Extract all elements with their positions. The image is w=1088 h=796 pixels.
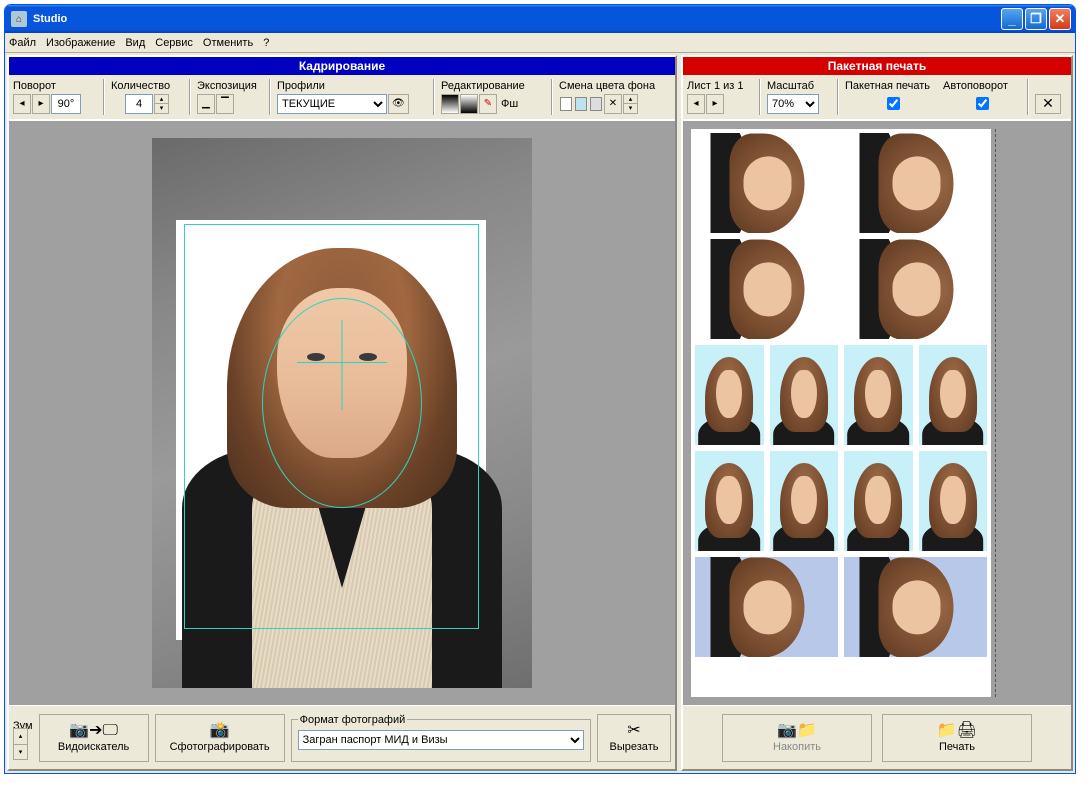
quantity-label: Количество xyxy=(111,80,183,93)
app-window: ⌂ Studio _ ❐ ✕ Файл Изображение Вид Серв… xyxy=(4,4,1076,774)
zoom-spinner[interactable]: ▴▾ xyxy=(13,728,28,760)
print-panel-header: Пакетная печать xyxy=(683,57,1071,75)
accumulate-button[interactable]: 📷📁 Накопить xyxy=(722,714,872,762)
crop-bottom-bar: Зум ▴▾ 📷➔🖵 Видоискатель 📸 Сфотографирова… xyxy=(9,705,675,769)
crop-panel-header: Кадрирование xyxy=(9,57,675,75)
scale-combo[interactable]: 70% xyxy=(767,94,819,114)
quantity-input[interactable] xyxy=(125,94,153,114)
folder-printer-icon: 📁🖨 xyxy=(937,723,977,739)
photo-viewport xyxy=(152,138,532,688)
cut-button-label: Вырезать xyxy=(610,741,659,753)
photo-canvas[interactable] xyxy=(9,121,675,705)
bg-clear-button[interactable]: ✕ xyxy=(604,94,622,114)
bg-swatch-gray[interactable] xyxy=(590,97,602,111)
print-thumb[interactable] xyxy=(844,133,987,233)
print-thumb[interactable] xyxy=(919,345,988,445)
bgcolor-label: Смена цвета фона xyxy=(559,80,669,93)
print-button-label: Печать xyxy=(939,741,975,753)
menu-undo[interactable]: Отменить xyxy=(203,37,253,49)
cut-line xyxy=(995,129,996,697)
print-thumb[interactable] xyxy=(844,557,987,657)
close-button[interactable]: ✕ xyxy=(1049,8,1071,30)
scissors-icon: ✂ xyxy=(627,723,640,739)
print-thumb[interactable] xyxy=(844,345,913,445)
profiles-label: Профили xyxy=(277,80,427,93)
autorotate-label: Автоповорот xyxy=(943,80,1021,93)
menu-image[interactable]: Изображение xyxy=(46,37,115,49)
exposure-up-button[interactable]: ▔ xyxy=(216,94,234,114)
sheet-next-button[interactable]: ▸ xyxy=(706,94,724,114)
edit-grad1-button[interactable] xyxy=(441,94,459,114)
rotate-left-button[interactable]: ◂ xyxy=(13,94,31,114)
rotate-label: Поворот xyxy=(13,80,97,93)
camera-capture-icon: 📸 xyxy=(210,723,230,739)
print-thumb[interactable] xyxy=(695,557,838,657)
print-button[interactable]: 📁🖨 Печать xyxy=(882,714,1032,762)
print-sheet xyxy=(691,129,991,697)
batch-label: Пакетная печать xyxy=(845,80,941,93)
edit-fix-button[interactable]: ✎ xyxy=(479,94,497,114)
camera-monitor-icon: 📷➔🖵 xyxy=(69,723,118,739)
titlebar: ⌂ Studio _ ❐ ✕ xyxy=(5,5,1075,33)
print-thumb[interactable] xyxy=(770,345,839,445)
crosshair-vertical xyxy=(342,320,343,410)
menu-view[interactable]: Вид xyxy=(125,37,145,49)
accumulate-button-label: Накопить xyxy=(773,741,821,753)
profile-toggle-button[interactable]: 👁 xyxy=(388,94,409,114)
sheet-prev-button[interactable]: ◂ xyxy=(687,94,705,114)
print-thumb[interactable] xyxy=(844,239,987,339)
print-thumb[interactable] xyxy=(695,451,764,551)
format-combo[interactable]: Загран паспорт МИД и Визы xyxy=(298,730,584,750)
edit-label: Редактирование xyxy=(441,80,545,93)
profiles-combo[interactable]: ТЕКУЩИЕ xyxy=(277,94,387,114)
viewfinder-button-label: Видоискатель xyxy=(58,741,129,753)
shoot-button[interactable]: 📸 Сфотографировать xyxy=(155,714,285,762)
batch-checkbox[interactable] xyxy=(887,97,900,110)
menu-service[interactable]: Сервис xyxy=(155,37,193,49)
print-preview-area[interactable] xyxy=(683,121,1071,705)
sheet-label: Лист 1 из 1 xyxy=(687,80,753,93)
rotate-right-button[interactable]: ▸ xyxy=(32,94,50,114)
edit-fsh-label: Фш xyxy=(501,98,518,110)
shoot-button-label: Сфотографировать xyxy=(170,741,270,753)
print-thumb[interactable] xyxy=(695,345,764,445)
print-clear-button[interactable]: ✕ xyxy=(1035,94,1061,114)
print-bottom-bar: 📷📁 Накопить 📁🖨 Печать xyxy=(683,705,1071,769)
viewfinder-button[interactable]: 📷➔🖵 Видоискатель xyxy=(39,714,149,762)
menu-help[interactable]: ? xyxy=(263,37,269,49)
bg-spinner[interactable]: ▴▾ xyxy=(623,94,638,114)
scale-label: Масштаб xyxy=(767,80,831,93)
camera-folder-icon: 📷📁 xyxy=(777,723,817,739)
edit-grad2-button[interactable] xyxy=(460,94,478,114)
print-panel: Пакетная печать Лист 1 из 1 ◂ ▸ Масштаб xyxy=(681,55,1073,771)
menu-file[interactable]: Файл xyxy=(9,37,36,49)
exposure-down-button[interactable]: ▁ xyxy=(197,94,215,114)
exposure-label: Экспозиция xyxy=(197,80,263,93)
window-title: Studio xyxy=(33,13,1001,25)
print-toolbar: Лист 1 из 1 ◂ ▸ Масштаб 70% xyxy=(683,75,1071,121)
maximize-button[interactable]: ❐ xyxy=(1025,8,1047,30)
app-icon: ⌂ xyxy=(11,11,27,27)
bg-swatch-white[interactable] xyxy=(560,97,572,111)
quantity-spinner[interactable]: ▴▾ xyxy=(154,94,169,114)
menubar: Файл Изображение Вид Сервис Отменить ? xyxy=(5,33,1075,53)
minimize-button[interactable]: _ xyxy=(1001,8,1023,30)
crop-panel: Кадрирование Поворот ◂ ▸ Количество xyxy=(7,55,677,771)
bg-swatch-cyan[interactable] xyxy=(575,97,587,111)
crop-toolbar: Поворот ◂ ▸ Количество ▴▾ xyxy=(9,75,675,121)
print-thumb[interactable] xyxy=(919,451,988,551)
print-thumb[interactable] xyxy=(844,451,913,551)
cut-button[interactable]: ✂ Вырезать xyxy=(597,714,671,762)
format-legend: Формат фотографий xyxy=(298,714,408,726)
format-fieldset: Формат фотографий Загран паспорт МИД и В… xyxy=(291,714,591,762)
print-thumb[interactable] xyxy=(695,133,838,233)
rotate-value-input[interactable] xyxy=(51,94,81,114)
autorotate-checkbox[interactable] xyxy=(976,97,989,110)
print-thumb[interactable] xyxy=(695,239,838,339)
print-thumb[interactable] xyxy=(770,451,839,551)
